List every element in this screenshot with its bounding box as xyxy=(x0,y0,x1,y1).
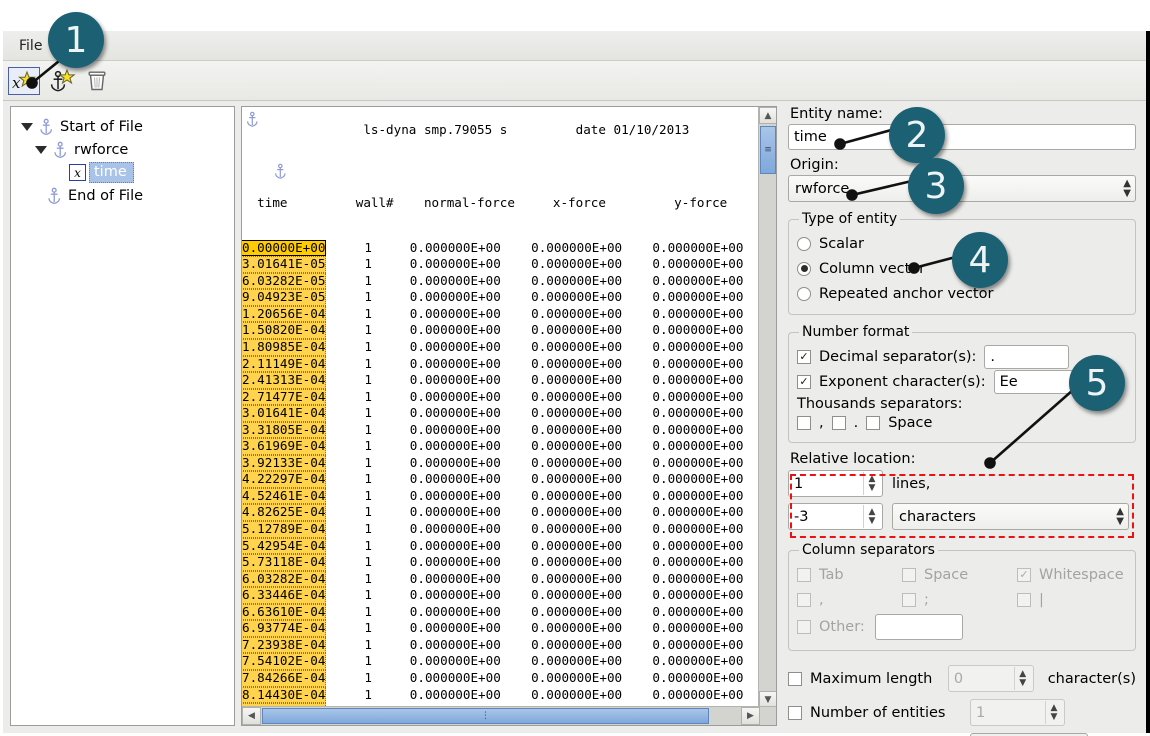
callout-badge-5: 5 xyxy=(1069,355,1125,411)
callout-leader-lines xyxy=(26,46,1091,469)
callout-badge-3: 3 xyxy=(908,158,964,214)
application-window: File x Start of File rwforce x time End … xyxy=(0,0,1150,736)
callout-badge-4: 4 xyxy=(952,232,1008,288)
callout-badge-1: 1 xyxy=(48,12,104,68)
callout-badge-2: 2 xyxy=(889,107,945,163)
